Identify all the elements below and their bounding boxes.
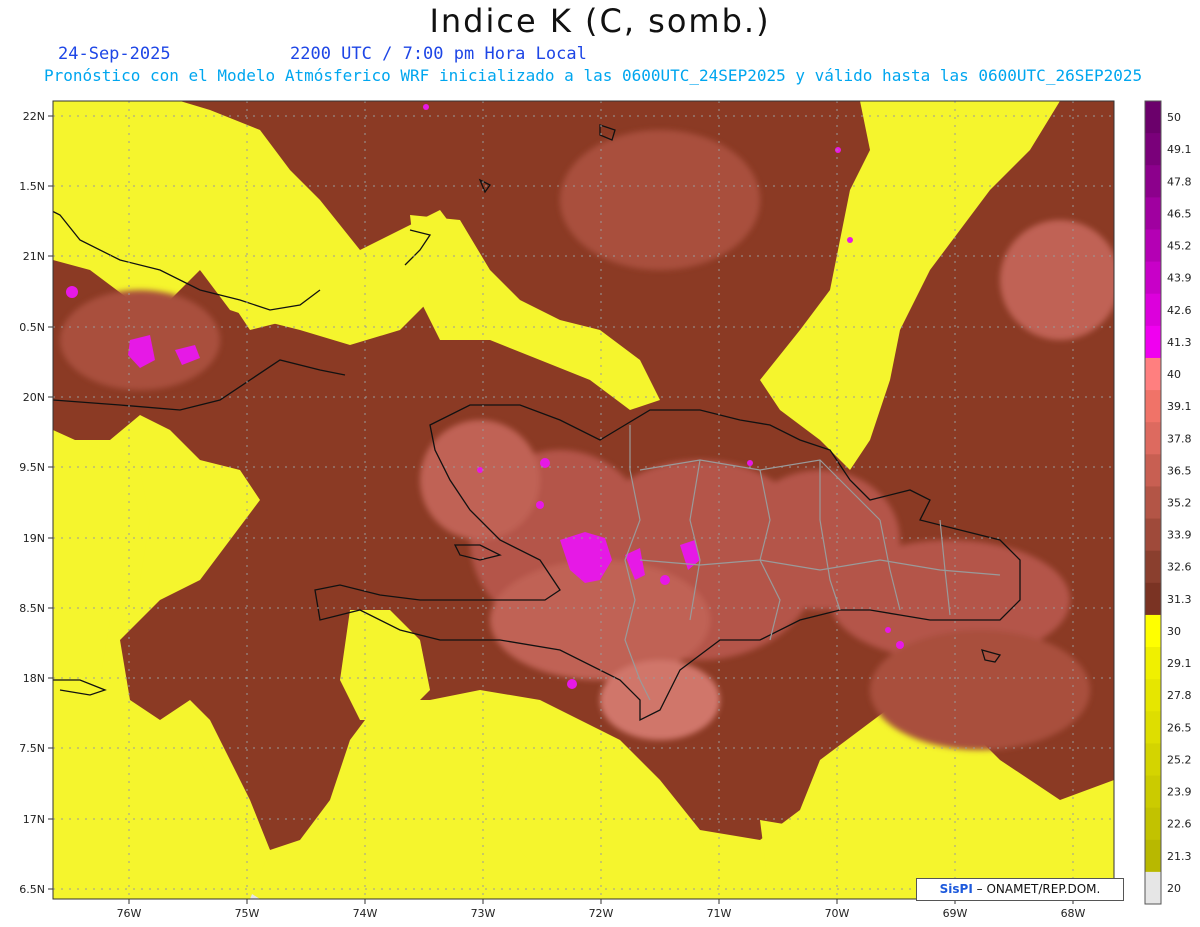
salmon-patch xyxy=(1000,220,1114,340)
colorbar-label: 36.5 xyxy=(1167,464,1192,477)
lon-label: 74W xyxy=(353,907,378,920)
colorbar-swatch xyxy=(1145,743,1161,777)
lat-label: 18N xyxy=(23,672,45,685)
colorbar-swatch xyxy=(1145,647,1161,680)
colorbar-label: 50 xyxy=(1167,111,1181,124)
magenta-cell xyxy=(896,641,904,649)
colorbar-swatch xyxy=(1145,165,1161,198)
colorbar-label: 39.1 xyxy=(1167,400,1192,413)
salmon-patch xyxy=(420,420,540,540)
colorbar-swatch xyxy=(1145,229,1161,263)
colorbar-label: 20 xyxy=(1167,882,1181,895)
colorbar-label: 22.6 xyxy=(1167,818,1192,831)
credit-box: SisPI – ONAMET/REP.DOM. xyxy=(916,878,1124,901)
magenta-cell xyxy=(660,575,670,585)
colorbar-swatch xyxy=(1145,197,1161,230)
magenta-cell xyxy=(885,627,891,633)
magenta-cell xyxy=(477,467,483,473)
colorbar-swatch xyxy=(1145,679,1161,712)
colorbar-label: 46.5 xyxy=(1167,207,1192,220)
magenta-cell xyxy=(536,501,544,509)
colorbar-swatch xyxy=(1145,101,1161,134)
lat-label: 17N xyxy=(23,813,45,826)
k-index-map: 22N 1.5N 21N 0.5N 20N 9.5N 19N 8.5N 18N … xyxy=(19,100,1192,920)
lat-label: 22N xyxy=(23,110,45,123)
colorbar-swatch xyxy=(1145,454,1161,487)
lat-label: 9.5N xyxy=(19,461,45,474)
lon-label: 76W xyxy=(117,907,142,920)
lon-label: 72W xyxy=(589,907,614,920)
colorbar-swatch xyxy=(1145,518,1161,552)
colorbar-swatch xyxy=(1145,775,1161,809)
colorbar-swatch xyxy=(1145,614,1161,648)
colorbar-label: 31.3 xyxy=(1167,593,1192,606)
lon-label: 69W xyxy=(943,907,968,920)
colorbar-swatch xyxy=(1145,807,1161,841)
colorbar-label: 47.8 xyxy=(1167,175,1192,188)
colorbar-label: 27.8 xyxy=(1167,689,1192,702)
colorbar-swatch xyxy=(1145,711,1161,744)
colorbar-label: 25.2 xyxy=(1167,753,1192,766)
colorbar-swatch xyxy=(1145,486,1161,520)
colorbar-label: 30 xyxy=(1167,625,1181,638)
lat-label: 1.5N xyxy=(19,180,45,193)
lat-label: 21N xyxy=(23,250,45,263)
lat-label: 20N xyxy=(23,391,45,404)
lon-label: 71W xyxy=(707,907,732,920)
colorbar-label: 40 xyxy=(1167,368,1181,381)
colorbar-label: 42.6 xyxy=(1167,304,1192,317)
colorbar-label: 41.3 xyxy=(1167,336,1192,349)
magenta-cell xyxy=(567,679,577,689)
colorbar-label: 49.1 xyxy=(1167,143,1192,156)
magenta-cell xyxy=(423,104,429,110)
lon-label: 68W xyxy=(1061,907,1086,920)
colorbar-swatch xyxy=(1145,550,1161,584)
lon-labels: 76W 75W 74W 73W 72W 71W 70W 69W 68W xyxy=(117,907,1086,920)
colorbar-swatch xyxy=(1145,261,1161,295)
lat-label: 6.5N xyxy=(19,883,45,896)
colorbar-swatch xyxy=(1145,422,1161,455)
colorbar-label: 35.2 xyxy=(1167,497,1192,510)
colorbar-swatch xyxy=(1145,582,1161,616)
colorbar-label: 21.3 xyxy=(1167,850,1192,863)
lon-label: 70W xyxy=(825,907,850,920)
lat-label: 7.5N xyxy=(19,742,45,755)
lon-label: 73W xyxy=(471,907,496,920)
magenta-cell xyxy=(66,286,78,298)
colorbar-label: 45.2 xyxy=(1167,240,1192,253)
lat-label: 19N xyxy=(23,532,45,545)
magenta-cell xyxy=(847,237,853,243)
lat-label: 0.5N xyxy=(19,321,45,334)
colorbar-label: 43.9 xyxy=(1167,272,1192,285)
salmon-patch xyxy=(870,630,1090,750)
magenta-cell xyxy=(747,460,753,466)
colorbar-swatch xyxy=(1145,293,1161,327)
colorbar-label: 37.8 xyxy=(1167,432,1192,445)
salmon-patch xyxy=(600,660,720,740)
colorbar-label: 32.6 xyxy=(1167,561,1192,574)
colorbar-swatch xyxy=(1145,871,1161,905)
lat-label: 8.5N xyxy=(19,602,45,615)
colorbar-label: 23.9 xyxy=(1167,786,1192,799)
colorbar-swatch xyxy=(1145,839,1161,873)
credit-text: – ONAMET/REP.DOM. xyxy=(976,882,1101,896)
salmon-patch xyxy=(560,130,760,270)
colorbar-swatch xyxy=(1145,325,1161,359)
magenta-cell xyxy=(835,147,841,153)
colorbar-swatch xyxy=(1145,357,1161,391)
lat-labels: 22N 1.5N 21N 0.5N 20N 9.5N 19N 8.5N 18N … xyxy=(19,110,45,896)
colorbar-label: 29.1 xyxy=(1167,657,1192,670)
colorbar-swatch xyxy=(1145,390,1161,423)
colorbar-label: 33.9 xyxy=(1167,529,1192,542)
colorbar-swatch xyxy=(1145,133,1161,166)
colorbar-label: 26.5 xyxy=(1167,721,1192,734)
colorbar: 50 49.1 47.8 46.5 45.2 43.9 42.6 41.3 40 39.1 37.8… xyxy=(1144,100,1192,905)
lon-label: 75W xyxy=(235,907,260,920)
map-field xyxy=(53,101,1114,899)
credit-brand: SisPI xyxy=(939,882,973,896)
